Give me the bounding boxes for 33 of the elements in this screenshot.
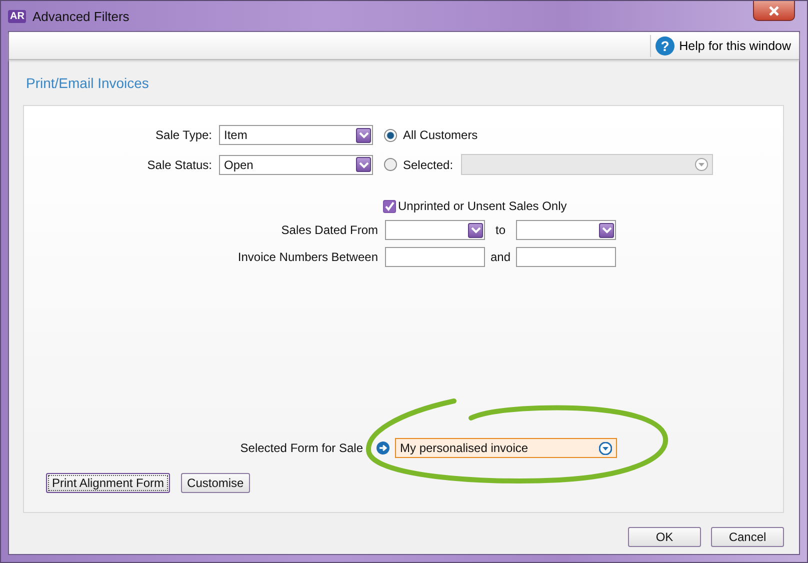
field-label: Selected Form for Sale: [239, 441, 363, 455]
range-joiner: and: [489, 250, 512, 264]
dialog-button[interactable]: OK: [628, 527, 701, 547]
arrow-right-icon: [376, 441, 390, 455]
field-label: Sales Dated From: [280, 223, 378, 237]
panel-button[interactable]: Customise: [181, 473, 250, 493]
form-dropdown[interactable]: My personalised invoice: [395, 438, 617, 458]
checkbox-label: Unprinted or Unsent Sales Only: [398, 199, 567, 213]
field-label: Sale Type:: [154, 128, 212, 142]
field-label: Invoice Numbers Between: [236, 250, 378, 264]
field-label: Sale Status:: [146, 158, 212, 172]
section-heading: Print/Email Invoices: [25, 74, 150, 93]
dropdown-arrow-icon: [599, 442, 612, 454]
help-icon: ?: [655, 36, 676, 56]
input-field[interactable]: [516, 247, 616, 267]
radio-label: All Customers: [403, 128, 478, 142]
radio-button[interactable]: [384, 128, 397, 142]
dropdown[interactable]: Open: [219, 154, 373, 174]
dialog-button[interactable]: Cancel: [711, 527, 784, 547]
checkbox[interactable]: [383, 200, 396, 212]
radio-button[interactable]: [384, 158, 397, 171]
input-field[interactable]: [385, 247, 485, 267]
dropdown[interactable]: Item: [219, 125, 373, 145]
range-joiner: to: [494, 223, 506, 237]
close-button[interactable]: [753, 1, 795, 21]
radio-label: Selected:: [403, 158, 454, 172]
help-link[interactable]: ? Help for this window: [650, 34, 799, 56]
panel-button[interactable]: Print Alignment Form: [46, 473, 170, 493]
date-dropdown[interactable]: [385, 220, 485, 240]
close-icon: [768, 6, 780, 16]
app-icon: AR: [8, 10, 26, 22]
window-title: Advanced Filters: [32, 8, 130, 24]
date-dropdown[interactable]: [516, 220, 616, 240]
